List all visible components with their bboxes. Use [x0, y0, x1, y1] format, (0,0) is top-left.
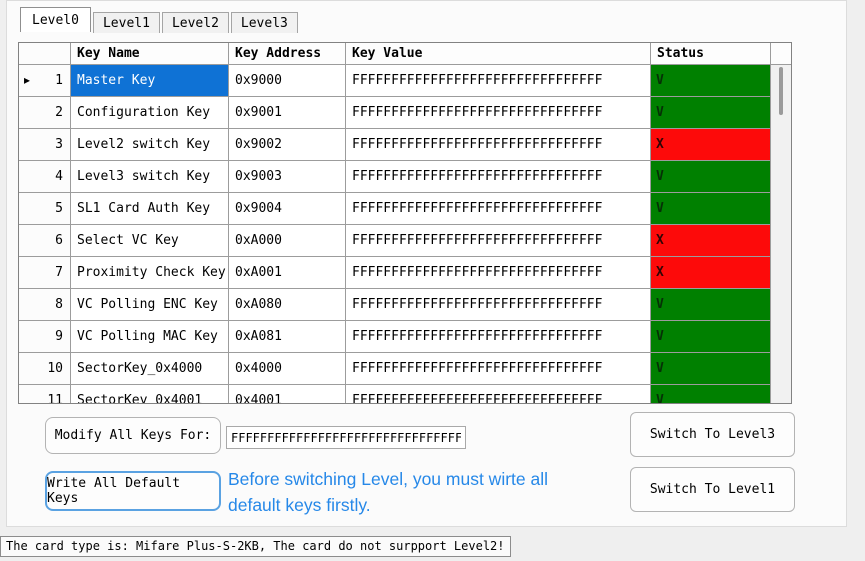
cell-key-value[interactable]: FFFFFFFFFFFFFFFFFFFFFFFFFFFFFFFF — [346, 193, 651, 225]
cell-key-name[interactable]: SectorKey_0x4001 — [71, 385, 229, 403]
cell-key-name[interactable]: VC Polling MAC Key — [71, 321, 229, 353]
row-number[interactable]: 10 — [19, 353, 71, 385]
cell-status[interactable]: V — [651, 65, 771, 97]
column-header-key-address[interactable]: Key Address — [229, 43, 346, 65]
keys-table-body: Key Name Key Address Key Value Status 1 ▶ Mast… — [19, 43, 771, 403]
table-row: 6 Select VC Key 0xA000 FFFFFFFFFFFFFFFFFFFF… — [19, 225, 771, 257]
cell-key-address[interactable]: 0x9000 — [229, 65, 346, 97]
cell-key-value[interactable]: FFFFFFFFFFFFFFFFFFFFFFFFFFFFFFFF — [346, 161, 651, 193]
cell-key-value[interactable]: FFFFFFFFFFFFFFFFFFFFFFFFFFFFFFFF — [346, 353, 651, 385]
cell-key-address[interactable]: 0x9004 — [229, 193, 346, 225]
cell-key-value[interactable]: FFFFFFFFFFFFFFFFFFFFFFFFFFFFFFFF — [346, 385, 651, 403]
cell-key-value[interactable]: FFFFFFFFFFFFFFFFFFFFFFFFFFFFFFFF — [346, 257, 651, 289]
cell-key-address[interactable]: 0x4000 — [229, 353, 346, 385]
cell-key-address[interactable]: 0x9003 — [229, 161, 346, 193]
column-header-key-value[interactable]: Key Value — [346, 43, 651, 65]
cell-status[interactable]: X — [651, 225, 771, 257]
switch-level-notice: Before switching Level, you must wirte a… — [228, 469, 548, 515]
cell-status[interactable]: V — [651, 161, 771, 193]
table-row: 1 ▶ Master Key 0x9000 FFFFFFFFFFFFFFFFFFFFFF… — [19, 65, 771, 97]
table-row: 3 Level2 switch Key 0x9002 FFFFFFFFFFFFFFFF… — [19, 129, 771, 161]
row-number[interactable]: 9 — [19, 321, 71, 353]
level-tab-strip: Level0 Level1 Level2 Level3 — [20, 7, 300, 33]
cell-key-value[interactable]: FFFFFFFFFFFFFFFFFFFFFFFFFFFFFFFF — [346, 129, 651, 161]
cell-key-value[interactable]: FFFFFFFFFFFFFFFFFFFFFFFFFFFFFFFF — [346, 289, 651, 321]
tab-level0[interactable]: Level0 — [20, 7, 91, 32]
write-all-default-keys-button[interactable]: Write All Default Keys — [45, 471, 221, 511]
table-scrollbar-column — [771, 43, 791, 403]
cell-key-value[interactable]: FFFFFFFFFFFFFFFFFFFFFFFFFFFFFFFF — [346, 97, 651, 129]
table-row: 9 VC Polling MAC Key 0xA081 FFFFFFFFFFFFFFF… — [19, 321, 771, 353]
column-header-key-name[interactable]: Key Name — [71, 43, 229, 65]
cell-key-value[interactable]: FFFFFFFFFFFFFFFFFFFFFFFFFFFFFFFF — [346, 65, 651, 97]
cell-status[interactable]: V — [651, 193, 771, 225]
cell-key-name[interactable]: Level3 switch Key — [71, 161, 229, 193]
status-bar: The card type is: Mifare Plus-S-2KB, The… — [0, 536, 511, 557]
tab-level1[interactable]: Level1 — [92, 12, 160, 33]
cell-key-address[interactable]: 0x4001 — [229, 385, 346, 403]
table-row: 10 SectorKey_0x4000 0x4000 FFFFFFFFFFFFFFFF… — [19, 353, 771, 385]
column-header-status[interactable]: Status — [651, 43, 771, 65]
cell-key-name[interactable]: Select VC Key — [71, 225, 229, 257]
row-number[interactable]: 11 — [19, 385, 71, 403]
keys-table: Key Name Key Address Key Value Status 1 ▶ Mast… — [18, 42, 792, 404]
cell-key-name[interactable]: Level2 switch Key — [71, 129, 229, 161]
cell-key-value[interactable]: FFFFFFFFFFFFFFFFFFFFFFFFFFFFFFFF — [346, 321, 651, 353]
cell-key-address[interactable]: 0xA080 — [229, 289, 346, 321]
tab-level2[interactable]: Level2 — [161, 12, 229, 33]
tab-level3[interactable]: Level3 — [230, 12, 298, 33]
cell-key-name[interactable]: SectorKey_0x4000 — [71, 353, 229, 385]
row-number[interactable]: 7 — [19, 257, 71, 289]
key-manager-window: { "tabs": [ { "label": "Level0", "active… — [0, 0, 865, 561]
vertical-scrollbar-track[interactable] — [771, 65, 791, 403]
cell-status[interactable]: X — [651, 257, 771, 289]
modify-all-keys-button[interactable]: Modify All Keys For: — [45, 417, 221, 454]
cell-key-value[interactable]: FFFFFFFFFFFFFFFFFFFFFFFFFFFFFFFF — [346, 225, 651, 257]
row-number[interactable]: 3 — [19, 129, 71, 161]
row-number[interactable]: 1 ▶ — [19, 65, 71, 97]
cell-key-address[interactable]: 0xA081 — [229, 321, 346, 353]
key-value-input[interactable] — [226, 426, 466, 449]
cell-key-name[interactable]: Proximity Check Key — [71, 257, 229, 289]
cell-key-name[interactable]: Master Key — [71, 65, 229, 97]
cell-key-address[interactable]: 0x9001 — [229, 97, 346, 129]
switch-to-level3-button[interactable]: Switch To Level3 — [630, 412, 795, 457]
row-number[interactable]: 6 — [19, 225, 71, 257]
vertical-scrollbar-thumb[interactable] — [779, 67, 783, 115]
row-number[interactable]: 4 — [19, 161, 71, 193]
table-row: 5 SL1 Card Auth Key 0x9004 FFFFFFFFFFFFFFFF… — [19, 193, 771, 225]
cell-key-name[interactable]: SL1 Card Auth Key — [71, 193, 229, 225]
table-row: 2 Configuration Key 0x9001 FFFFFFFFFFFFFFFF… — [19, 97, 771, 129]
row-number[interactable]: 5 — [19, 193, 71, 225]
cell-key-name[interactable]: VC Polling ENC Key — [71, 289, 229, 321]
cell-key-address[interactable]: 0x9002 — [229, 129, 346, 161]
cell-status[interactable]: V — [651, 289, 771, 321]
row-number[interactable]: 8 — [19, 289, 71, 321]
row-header-corner — [19, 43, 71, 65]
cell-key-name[interactable]: Configuration Key — [71, 97, 229, 129]
current-row-arrow-icon: ▶ — [24, 75, 31, 86]
cell-key-address[interactable]: 0xA001 — [229, 257, 346, 289]
table-header-row: Key Name Key Address Key Value Status — [19, 43, 771, 65]
cell-status[interactable]: X — [651, 129, 771, 161]
row-number[interactable]: 2 — [19, 97, 71, 129]
cell-status[interactable]: V — [651, 353, 771, 385]
cell-status[interactable]: V — [651, 321, 771, 353]
switch-to-level1-button[interactable]: Switch To Level1 — [630, 467, 795, 512]
table-row: 7 Proximity Check Key 0xA001 FFFFFFFFFFFFFF… — [19, 257, 771, 289]
table-row: 4 Level3 switch Key 0x9003 FFFFFFFFFFFFFFFF… — [19, 161, 771, 193]
table-filler-header — [771, 43, 791, 65]
cell-status[interactable]: V — [651, 385, 771, 403]
table-row: 11 SectorKey_0x4001 0x4001 FFFFFFFFFFFFFFFF… — [19, 385, 771, 403]
cell-key-address[interactable]: 0xA000 — [229, 225, 346, 257]
cell-status[interactable]: V — [651, 97, 771, 129]
table-row: 8 VC Polling ENC Key 0xA080 FFFFFFFFFFFFFFF… — [19, 289, 771, 321]
